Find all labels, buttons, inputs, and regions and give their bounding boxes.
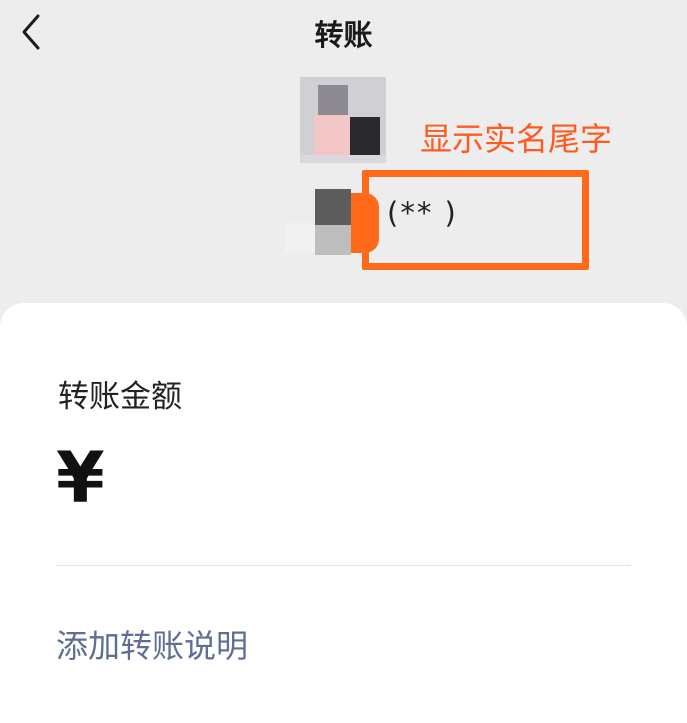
transfer-card: 转账金额 ¥ 添加转账说明 — [0, 303, 687, 723]
amount-input[interactable]: ¥ — [56, 443, 631, 553]
amount-label: 转账金额 — [58, 379, 182, 415]
divider — [56, 565, 631, 566]
recipient-avatar — [300, 77, 386, 163]
add-transfer-note-link[interactable]: 添加转账说明 — [56, 621, 248, 667]
annotation-label: 显示实名尾字 — [420, 120, 613, 158]
annotation-highlight-box — [362, 170, 589, 270]
page-title: 转账 — [314, 18, 373, 52]
top-area: 转账 (** ) 显示实名尾字 — [0, 0, 687, 310]
currency-symbol: ¥ — [56, 437, 105, 519]
